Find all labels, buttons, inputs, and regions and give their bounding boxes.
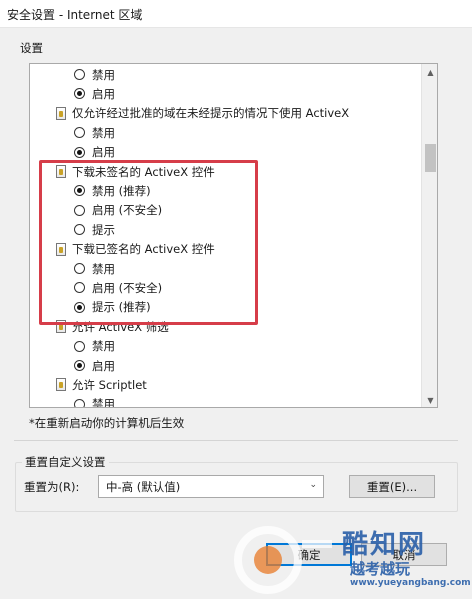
title-bar: 安全设置 - Internet 区域 <box>0 0 472 28</box>
row-label: 启用 (不安全) <box>92 280 163 295</box>
radio-option[interactable]: 禁用 (推荐) <box>74 181 151 200</box>
radio-option[interactable]: 禁用 <box>74 259 115 278</box>
row-label: 允许 ActiveX 筛选 <box>72 319 169 334</box>
row-label: 启用 (不安全) <box>92 203 163 218</box>
radio-option[interactable]: 启用 <box>74 356 115 375</box>
radio-option[interactable]: 禁用 <box>74 337 115 356</box>
radio-unchecked-icon[interactable] <box>74 398 85 407</box>
radio-option[interactable]: 提示 <box>74 220 115 239</box>
setting-icon <box>56 106 66 120</box>
setting-header: 下载未签名的 ActiveX 控件 <box>56 162 215 181</box>
radio-option[interactable]: 启用 <box>74 84 115 103</box>
setting-header: 仅允许经过批准的域在未经提示的情况下使用 ActiveX <box>56 104 349 123</box>
ok-button[interactable]: 确定 <box>266 543 352 566</box>
radio-checked-icon[interactable] <box>74 185 85 197</box>
row-label: 启用 <box>92 145 115 160</box>
radio-unchecked-icon[interactable] <box>74 204 85 216</box>
vertical-scrollbar[interactable]: ▲ ▼ <box>421 64 437 407</box>
row-label: 禁用 <box>92 397 115 408</box>
radio-unchecked-icon[interactable] <box>74 282 85 294</box>
radio-option[interactable]: 启用 (不安全) <box>74 278 162 297</box>
row-label: 启用 <box>92 86 115 101</box>
radio-option[interactable]: 禁用 <box>74 65 115 84</box>
radio-unchecked-icon[interactable] <box>74 127 85 139</box>
restart-note: *在重新启动你的计算机后生效 <box>29 416 185 430</box>
radio-unchecked-icon[interactable] <box>74 263 85 274</box>
cancel-button[interactable]: 取消 <box>361 543 447 566</box>
reset-level-select[interactable]: 中-高 (默认值) ⌄ <box>98 475 324 498</box>
radio-option[interactable]: 禁用 <box>74 123 115 142</box>
row-label: 提示 <box>92 222 115 237</box>
radio-checked-icon[interactable] <box>74 88 85 100</box>
chevron-down-icon: ⌄ <box>309 480 317 490</box>
radio-unchecked-icon[interactable] <box>74 69 85 80</box>
radio-option[interactable]: 禁用 <box>74 395 115 408</box>
radio-option[interactable]: 提示 (推荐) <box>74 298 151 317</box>
radio-checked-icon[interactable] <box>74 301 85 313</box>
radio-checked-icon[interactable] <box>74 146 85 158</box>
setting-icon <box>56 378 66 392</box>
setting-icon <box>56 242 66 256</box>
settings-list-panel[interactable]: 禁用 启用 仅允许经过批准的域在未经提示的情况下使用 ActiveX 禁用 启用 下载未签… <box>29 63 438 408</box>
setting-header: 允许 ActiveX 筛选 <box>56 317 169 336</box>
radio-option[interactable]: 启用 (不安全) <box>74 201 162 220</box>
row-label: 下载已签名的 ActiveX 控件 <box>72 242 215 257</box>
divider <box>14 440 458 441</box>
row-label: 提示 (推荐) <box>92 300 151 315</box>
row-label: 禁用 (推荐) <box>92 183 151 198</box>
radio-unchecked-icon[interactable] <box>74 340 85 352</box>
row-label: 仅允许经过批准的域在未经提示的情况下使用 ActiveX <box>72 106 350 121</box>
row-label: 禁用 <box>92 339 115 354</box>
row-label: 禁用 <box>92 261 115 276</box>
reset-button[interactable]: 重置(E)... <box>349 475 435 498</box>
row-label: 下载未签名的 ActiveX 控件 <box>72 164 215 179</box>
radio-checked-icon[interactable] <box>74 360 85 371</box>
setting-icon <box>56 165 66 178</box>
row-label: 启用 <box>92 358 115 373</box>
setting-icon <box>56 320 66 334</box>
scroll-down-icon[interactable]: ▼ <box>422 392 437 407</box>
row-label: 允许 Scriptlet <box>72 377 147 392</box>
window-title: 安全设置 - Internet 区域 <box>7 8 143 22</box>
radio-unchecked-icon[interactable] <box>74 224 85 236</box>
row-label: 禁用 <box>92 67 115 82</box>
scroll-thumb[interactable] <box>425 144 436 172</box>
scroll-up-icon[interactable]: ▲ <box>422 64 437 81</box>
settings-group-label: 设置 <box>20 41 43 55</box>
watermark-url: www.yueyangbang.com <box>350 578 471 588</box>
settings-list[interactable]: 禁用 启用 仅允许经过批准的域在未经提示的情况下使用 ActiveX 禁用 启用 下载未签… <box>30 64 421 408</box>
setting-header: 下载已签名的 ActiveX 控件 <box>56 240 215 259</box>
reset-to-label: 重置为(R): <box>24 480 80 494</box>
row-label: 禁用 <box>92 125 115 140</box>
radio-option[interactable]: 启用 <box>74 143 115 162</box>
reset-group-label: 重置自定义设置 <box>22 454 109 470</box>
reset-level-value: 中-高 (默认值) <box>106 479 181 494</box>
setting-header: 允许 Scriptlet <box>56 375 147 394</box>
